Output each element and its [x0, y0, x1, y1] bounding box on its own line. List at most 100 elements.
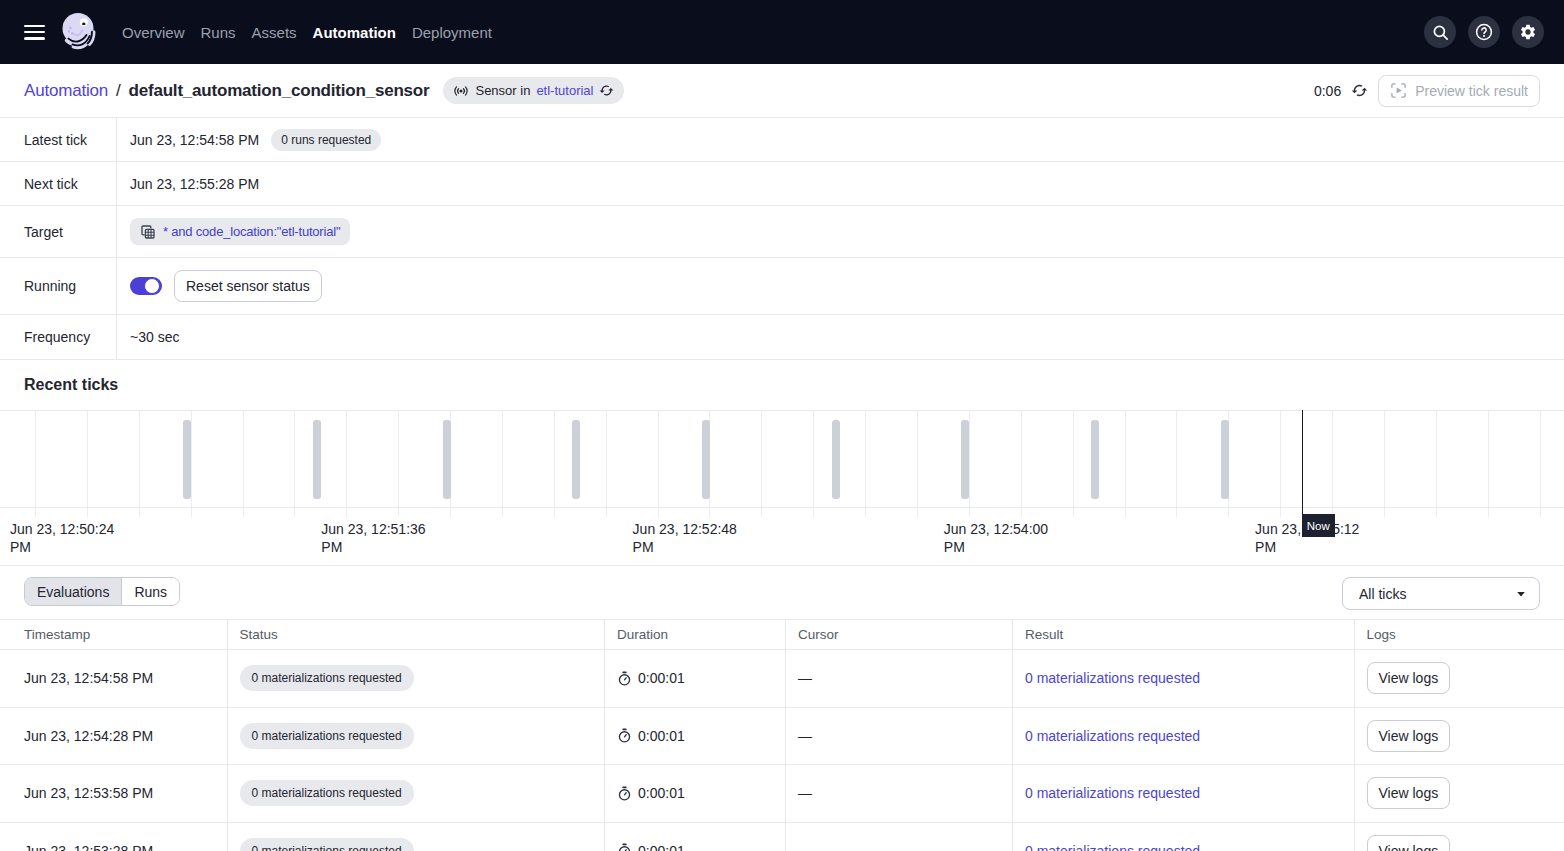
- view-segmented-control: Evaluations Runs: [24, 577, 180, 606]
- tick-bar[interactable]: [572, 420, 580, 499]
- tab-evaluations[interactable]: Evaluations: [25, 578, 121, 605]
- top-nav: Overview Runs Assets Automation Deployme…: [0, 0, 1564, 64]
- cell-duration: 0:00:01: [605, 708, 786, 765]
- tick-bar[interactable]: [702, 420, 710, 499]
- status-badge: 0 materializations requested: [240, 780, 414, 806]
- nav-item-overview[interactable]: Overview: [122, 24, 185, 41]
- detail-label: Next tick: [0, 162, 117, 205]
- detail-row-running: Running Reset sensor status: [0, 258, 1564, 315]
- page-title: default_automation_condition_sensor: [129, 81, 430, 101]
- stopwatch-icon: [617, 671, 632, 686]
- sensor-chip-label: Sensor in: [475, 83, 530, 98]
- view-logs-button[interactable]: View logs: [1367, 777, 1451, 809]
- tick-status-filter-select[interactable]: All ticks: [1342, 577, 1540, 610]
- reload-location-icon[interactable]: [599, 83, 614, 98]
- tick-bar[interactable]: [832, 420, 840, 499]
- dagster-logo-icon[interactable]: [61, 13, 99, 51]
- nav-item-deployment[interactable]: Deployment: [412, 24, 492, 41]
- gridline: [606, 410, 607, 517]
- gridline: [139, 410, 140, 517]
- running-toggle[interactable]: [130, 277, 162, 295]
- refresh-icon[interactable]: [1351, 82, 1368, 99]
- search-icon[interactable]: [1424, 16, 1456, 48]
- code-location-link[interactable]: etl-tutorial: [536, 83, 593, 98]
- gridline: [1436, 410, 1437, 517]
- result-link[interactable]: 0 materializations requested: [1025, 728, 1200, 744]
- status-badge: 0 materializations requested: [240, 665, 414, 691]
- evaluation-row: Jun 23, 12:54:28 PM 0 materializations r…: [0, 708, 1564, 766]
- help-icon[interactable]: [1468, 16, 1500, 48]
- view-logs-button[interactable]: View logs: [1367, 662, 1451, 694]
- x-axis-line: [0, 507, 1564, 508]
- cell-status: 0 materializations requested: [228, 823, 606, 851]
- preview-tick-result-button[interactable]: Preview tick result: [1378, 75, 1540, 107]
- col-header-status: Status: [228, 620, 606, 649]
- gridline: [1540, 410, 1541, 517]
- tick-bar[interactable]: [313, 420, 321, 499]
- gridline: [658, 410, 659, 517]
- result-link[interactable]: 0 materializations requested: [1025, 670, 1200, 686]
- gridline: [1125, 410, 1126, 517]
- gridline: [346, 410, 347, 517]
- col-header-result: Result: [1013, 620, 1355, 649]
- detail-label: Latest tick: [0, 118, 117, 161]
- cell-status: 0 materializations requested: [228, 765, 606, 822]
- stopwatch-icon: [617, 786, 632, 801]
- tick-bar[interactable]: [1221, 420, 1229, 499]
- col-header-timestamp: Timestamp: [0, 620, 228, 649]
- breadcrumb: Automation / default_automation_conditio…: [24, 81, 429, 101]
- tick-bar[interactable]: [961, 420, 969, 499]
- cell-cursor: —: [786, 708, 1013, 765]
- cell-duration: 0:00:01: [605, 765, 786, 822]
- view-logs-button[interactable]: View logs: [1367, 835, 1451, 851]
- gridline: [502, 410, 503, 517]
- cell-cursor: —: [786, 650, 1013, 707]
- gridline: [917, 410, 918, 517]
- menu-icon[interactable]: [24, 25, 45, 40]
- status-badge: 0 materializations requested: [240, 838, 414, 851]
- nav-item-runs[interactable]: Runs: [201, 24, 236, 41]
- tabs-row: Evaluations Runs All ticks: [0, 566, 1564, 619]
- cell-timestamp: Jun 23, 12:53:58 PM: [0, 765, 228, 822]
- cell-result: 0 materializations requested: [1013, 823, 1355, 851]
- result-link[interactable]: 0 materializations requested: [1025, 785, 1200, 801]
- asset-table-icon: [140, 224, 156, 240]
- breadcrumb-separator: /: [116, 81, 121, 101]
- result-link[interactable]: 0 materializations requested: [1025, 843, 1200, 851]
- settings-gear-icon[interactable]: [1512, 16, 1544, 48]
- recent-ticks-title: Recent ticks: [0, 360, 1564, 410]
- tick-bar[interactable]: [183, 420, 191, 499]
- top-nav-actions: [1424, 16, 1544, 48]
- tab-runs[interactable]: Runs: [121, 578, 179, 605]
- table-body: Jun 23, 12:54:58 PM 0 materializations r…: [0, 650, 1564, 851]
- tick-bar[interactable]: [1091, 420, 1099, 499]
- evaluation-row: Jun 23, 12:54:58 PM 0 materializations r…: [0, 650, 1564, 708]
- breadcrumb-automation-link[interactable]: Automation: [24, 81, 108, 101]
- gridline: [35, 410, 36, 517]
- chevron-down-icon: [1515, 588, 1527, 600]
- nav-item-automation[interactable]: Automation: [313, 24, 396, 41]
- tick-bar[interactable]: [443, 420, 451, 499]
- evaluations-table: Timestamp Status Duration Cursor Result …: [0, 619, 1564, 851]
- detail-row-target: Target * and code_location:"etl-tutorial…: [0, 206, 1564, 258]
- reset-sensor-status-button[interactable]: Reset sensor status: [174, 270, 322, 302]
- gridline: [243, 410, 244, 517]
- detail-row-frequency: Frequency ~30 sec: [0, 315, 1564, 360]
- asset-selection-text: * and code_location:"etl-tutorial": [163, 224, 340, 239]
- gridline: [554, 410, 555, 517]
- cell-result: 0 materializations requested: [1013, 765, 1355, 822]
- view-logs-button[interactable]: View logs: [1367, 720, 1451, 752]
- col-header-logs: Logs: [1355, 620, 1564, 649]
- nav-links: Overview Runs Assets Automation Deployme…: [122, 24, 492, 41]
- sensor-icon: [453, 83, 469, 99]
- gridline: [1021, 410, 1022, 517]
- nav-item-assets[interactable]: Assets: [252, 24, 297, 41]
- detail-label: Frequency: [0, 315, 117, 359]
- col-header-duration: Duration: [605, 620, 786, 649]
- gridline: [761, 410, 762, 517]
- asset-selection-chip[interactable]: * and code_location:"etl-tutorial": [130, 218, 350, 245]
- detail-label: Running: [0, 258, 117, 314]
- sensor-details: Latest tick Jun 23, 12:54:58 PM 0 runs r…: [0, 118, 1564, 360]
- gridline: [398, 410, 399, 517]
- gridline: [813, 410, 814, 517]
